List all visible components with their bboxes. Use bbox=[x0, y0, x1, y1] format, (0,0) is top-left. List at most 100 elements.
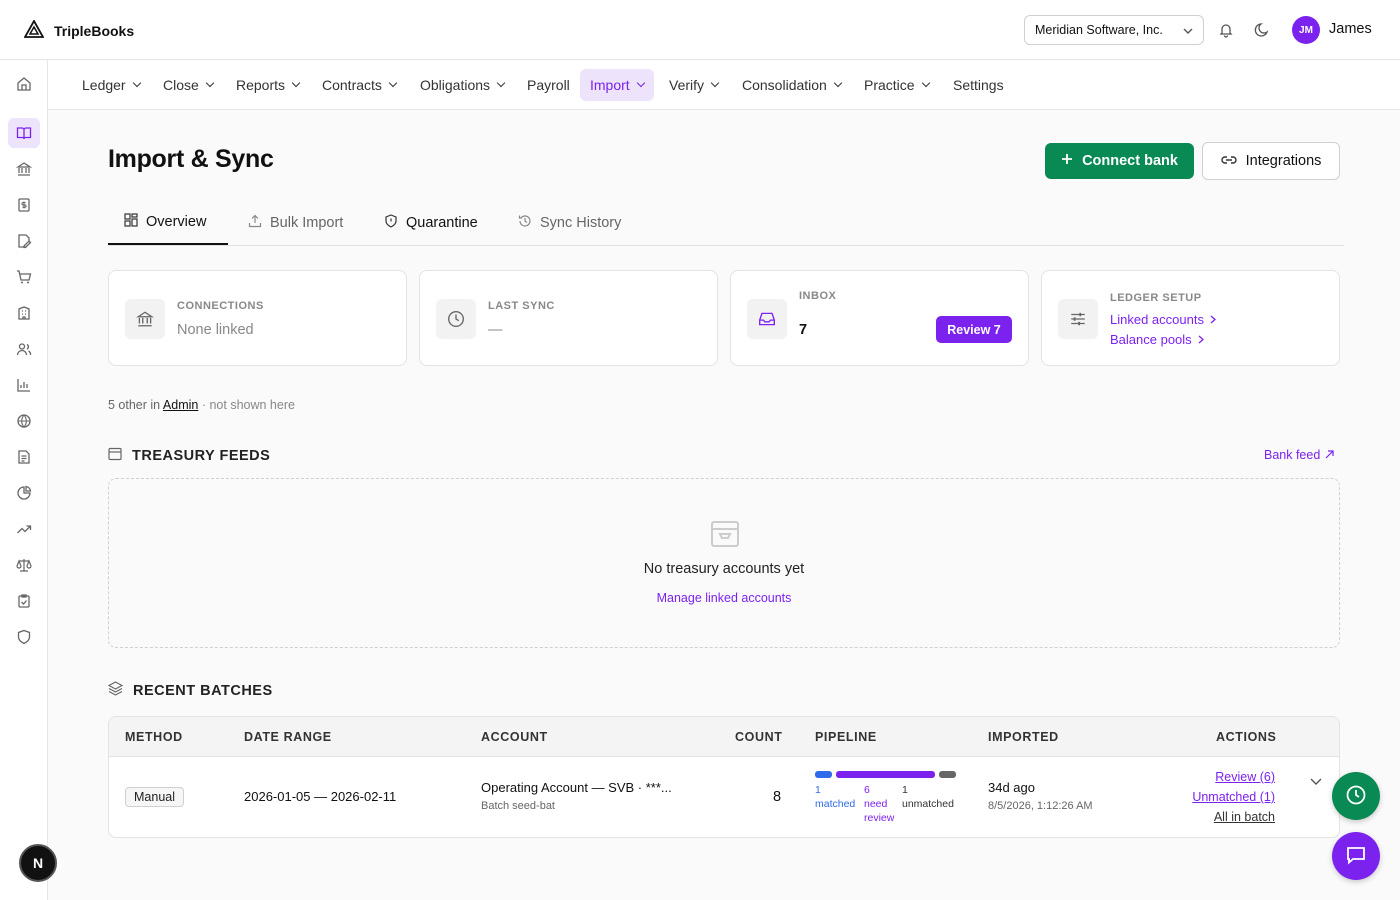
imported-relative: 34d ago bbox=[988, 780, 1035, 795]
chevron-down-icon bbox=[833, 78, 843, 88]
chevron-right-icon bbox=[1198, 332, 1204, 347]
clock-fab-button[interactable] bbox=[1332, 772, 1380, 820]
connect-bank-button[interactable]: Connect bank bbox=[1045, 143, 1194, 179]
clipboard-check-icon[interactable] bbox=[8, 586, 40, 616]
avatar[interactable]: JM bbox=[1292, 16, 1320, 44]
pipeline-unmatched-bar bbox=[939, 771, 956, 778]
chevron-down-icon bbox=[921, 78, 930, 88]
shield-icon[interactable] bbox=[8, 622, 40, 652]
clock-icon bbox=[436, 299, 476, 339]
integrations-button[interactable]: Integrations bbox=[1202, 142, 1340, 180]
chat-fab-button[interactable] bbox=[1332, 832, 1380, 880]
card-value: — bbox=[488, 322, 503, 338]
nav-item-payroll[interactable]: Payroll bbox=[517, 69, 580, 101]
row-count: 8 bbox=[773, 789, 782, 805]
unmatched-batch-link[interactable]: Unmatched (1) bbox=[1192, 790, 1275, 804]
nav-item-settings[interactable]: Settings bbox=[943, 69, 1014, 101]
upload-icon bbox=[248, 214, 262, 232]
note-suffix: · not shown here bbox=[201, 398, 295, 412]
nav-item-obligations[interactable]: Obligations bbox=[410, 69, 514, 101]
book-icon[interactable] bbox=[8, 118, 40, 148]
last-sync-card: LAST SYNC — bbox=[419, 270, 718, 366]
admin-link[interactable]: Admin bbox=[163, 398, 198, 412]
bank-feed-link[interactable]: Bank feed bbox=[1264, 448, 1334, 462]
nav-item-practice[interactable]: Practice bbox=[854, 69, 939, 101]
column-header: METHOD bbox=[125, 730, 183, 744]
tab-overview[interactable]: Overview bbox=[108, 200, 228, 245]
cart-icon[interactable] bbox=[8, 262, 40, 292]
layers-icon bbox=[107, 681, 124, 700]
nav-item-consolidation[interactable]: Consolidation bbox=[732, 69, 851, 101]
pipeline-review-label: 6 need review bbox=[864, 784, 895, 824]
all-in-batch-link[interactable]: All in batch bbox=[1214, 810, 1275, 824]
card-label: CONNECTIONS bbox=[177, 300, 264, 312]
nav-item-verify[interactable]: Verify bbox=[659, 69, 728, 101]
globe-icon[interactable] bbox=[8, 406, 40, 436]
integrations-label: Integrations bbox=[1245, 153, 1322, 169]
tab-label: Bulk Import bbox=[270, 214, 344, 231]
review-batch-link[interactable]: Review (6) bbox=[1215, 770, 1275, 784]
linked-accounts-link[interactable]: Linked accounts bbox=[1110, 312, 1216, 327]
tab-label: Overview bbox=[146, 213, 207, 230]
tab-sync-history[interactable]: Sync History bbox=[502, 200, 637, 245]
org-select[interactable]: Meridian Software, Inc. bbox=[1024, 15, 1204, 45]
scale-icon[interactable] bbox=[8, 550, 40, 580]
page-title: Import & Sync bbox=[108, 145, 274, 173]
pie-chart-icon[interactable] bbox=[8, 478, 40, 508]
inbox-icon bbox=[747, 299, 787, 339]
column-header: COUNT bbox=[735, 730, 783, 744]
clock-icon bbox=[1345, 784, 1367, 809]
account-name: Operating Account — SVB · ***... bbox=[481, 780, 672, 795]
nav-item-label: Obligations bbox=[420, 77, 491, 93]
card-label: LEDGER SETUP bbox=[1110, 292, 1202, 304]
chevron-down-icon bbox=[1183, 23, 1193, 37]
tab-quarantine[interactable]: Quarantine bbox=[368, 200, 494, 245]
pipeline-matched-label: 1 matched bbox=[815, 784, 856, 810]
tab-label: Sync History bbox=[540, 214, 622, 231]
chevron-down-icon bbox=[132, 78, 141, 88]
chevron-down-icon[interactable] bbox=[1310, 773, 1322, 789]
column-header: ACCOUNT bbox=[481, 730, 548, 744]
moon-icon[interactable] bbox=[1252, 20, 1272, 40]
nav-item-close[interactable]: Close bbox=[153, 69, 223, 101]
section-title: TREASURY FEEDS bbox=[132, 448, 271, 464]
nav-item-contracts[interactable]: Contracts bbox=[312, 69, 406, 101]
bar-chart-icon[interactable] bbox=[8, 370, 40, 400]
edit-doc-icon[interactable] bbox=[8, 226, 40, 256]
building-icon[interactable] bbox=[8, 298, 40, 328]
user-name[interactable]: James bbox=[1329, 21, 1372, 37]
top-bar: TripleBooks Meridian Software, Inc. JM J… bbox=[0, 0, 1400, 60]
connections-card: CONNECTIONS None linked bbox=[108, 270, 407, 366]
nav-item-import[interactable]: Import bbox=[580, 69, 654, 101]
tab-bulk-import[interactable]: Bulk Import bbox=[232, 200, 359, 245]
ledger-setup-card: LEDGER SETUP Linked accounts Balance poo… bbox=[1041, 270, 1340, 366]
trend-icon[interactable] bbox=[8, 514, 40, 544]
document-icon[interactable] bbox=[8, 442, 40, 472]
nav-item-reports[interactable]: Reports bbox=[226, 69, 309, 101]
bell-icon[interactable] bbox=[1216, 20, 1236, 40]
brand[interactable]: TripleBooks bbox=[23, 19, 134, 41]
table-header: METHOD DATE RANGE ACCOUNT COUNT PIPELINE… bbox=[109, 717, 1339, 757]
balance-pools-link[interactable]: Balance pools bbox=[1110, 332, 1204, 347]
plus-icon bbox=[1061, 153, 1073, 169]
nav-item-label: Verify bbox=[669, 77, 705, 93]
column-header: ACTIONS bbox=[1216, 730, 1277, 744]
bank-icon[interactable] bbox=[8, 154, 40, 184]
method-badge: Manual bbox=[125, 787, 184, 807]
link-label: Linked accounts bbox=[1110, 312, 1204, 327]
card-value: None linked bbox=[177, 322, 254, 338]
column-header: PIPELINE bbox=[815, 730, 877, 744]
home-icon[interactable] bbox=[8, 69, 40, 99]
users-icon[interactable] bbox=[8, 334, 40, 364]
archive-icon bbox=[108, 447, 122, 465]
manage-linked-accounts-link[interactable]: Manage linked accounts bbox=[109, 591, 1339, 605]
nav-item-ledger[interactable]: Ledger bbox=[72, 69, 150, 101]
link-icon bbox=[1220, 153, 1237, 169]
dollar-doc-icon[interactable] bbox=[8, 190, 40, 220]
nav-item-label: Reports bbox=[236, 77, 286, 93]
review-inbox-button[interactable]: Review 7 bbox=[936, 316, 1012, 343]
nav-item-label: Consolidation bbox=[742, 77, 827, 93]
org-name: Meridian Software, Inc. bbox=[1035, 23, 1163, 37]
workspace-avatar[interactable]: N bbox=[19, 844, 57, 882]
tab-label: Quarantine bbox=[406, 214, 478, 231]
